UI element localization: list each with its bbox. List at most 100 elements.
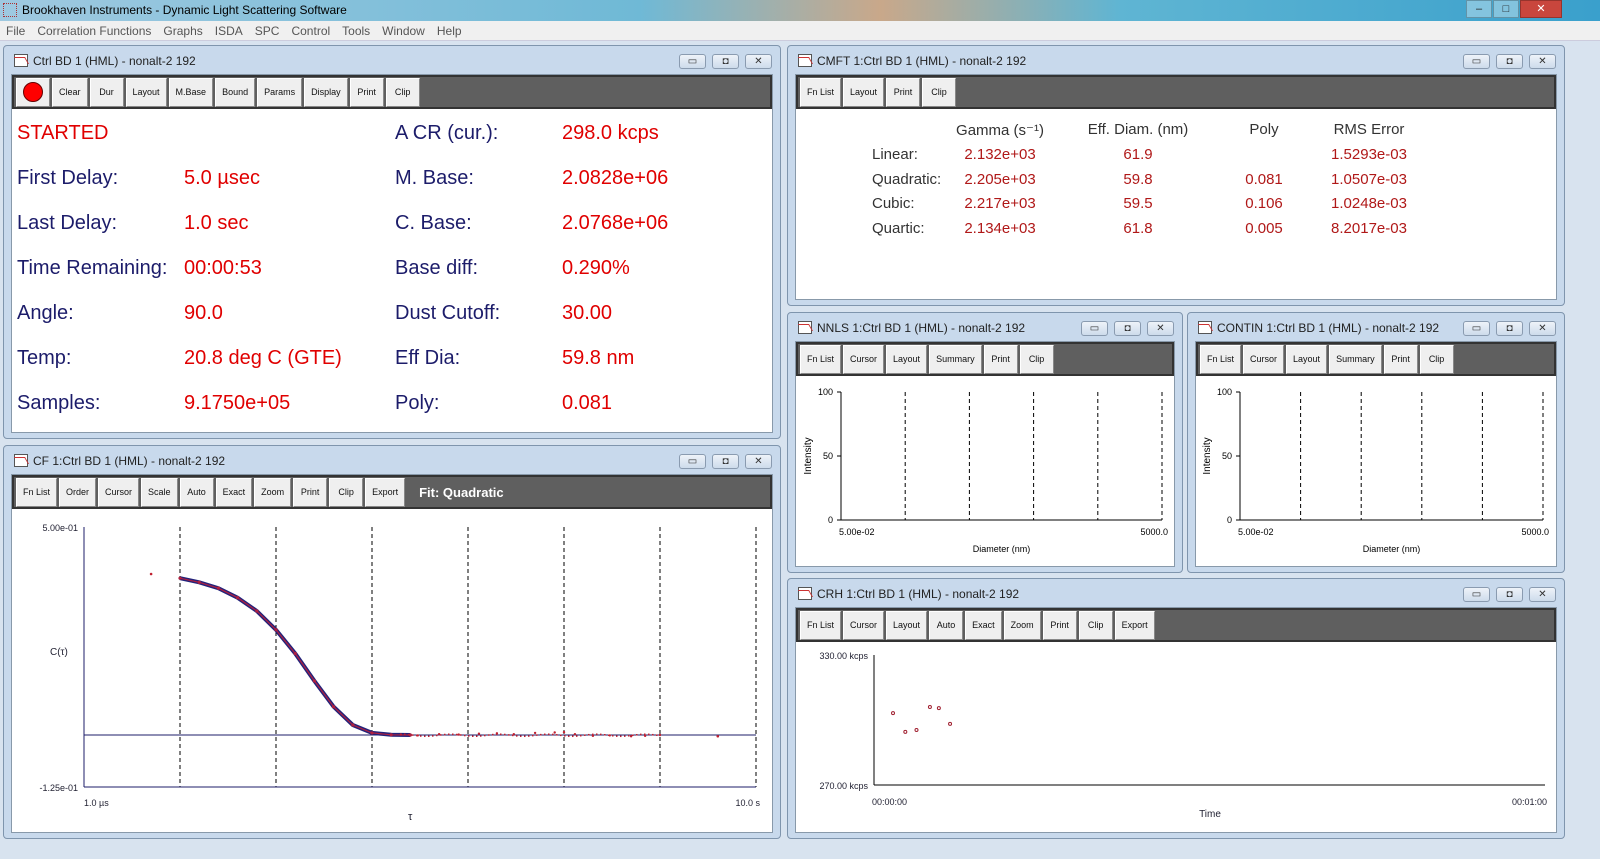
cf-data-point [389,733,393,737]
cf-data-point [331,705,336,709]
cf-data-point [255,609,259,613]
param-value: 0.290% [562,257,630,279]
cf-noise-point [644,733,646,735]
crh-ytick-label: 270.00 kcps [819,781,868,791]
cf-noise-point [408,733,410,736]
cf-noise-point [500,733,502,735]
status-text: STARTED [17,122,109,144]
cf-noise-point [456,733,458,736]
param-label: Dust Cutoff: [395,302,501,324]
cf-noise-point [572,735,574,738]
cmft-header: Gamma (s⁻¹) [956,122,1044,139]
cf-ytick-label: 5.00e-01 [42,523,78,533]
param-value: 20.8 deg C (GTE) [184,347,342,369]
param-label: Temp: [17,347,72,369]
cmft-row-label: Quadratic: [872,170,942,188]
cf-noise-point [468,735,470,737]
cf-noise-point [508,734,510,736]
cf-noise-point [656,734,658,736]
nnls-y-label: Intensity [803,437,814,474]
cmft-cell: 8.2017e-03 [1331,219,1407,237]
cf-data-curve [179,576,411,737]
cf-xtick-label: 10.0 s [735,798,760,808]
cf-noise-point [552,733,554,736]
cf-y-label: C(τ) [50,647,68,658]
cf-noise-point [564,735,566,737]
cf-noise-point [420,735,422,737]
cf-noise-point [576,735,578,737]
cf-noise-point [568,735,570,737]
nnls-ytick-label: 0 [828,515,833,525]
cf-noise-point [632,734,634,737]
param-label: Eff Dia: [395,347,461,369]
cf-xtick-label: 1.0 µs [84,798,109,808]
param-label: Angle: [17,302,74,324]
cf-noise-point [532,734,534,737]
param-value: 90.0 [184,302,223,324]
cf-noise-point [524,735,526,738]
cf-ytick-label: -1.25e-01 [39,783,78,793]
cf-noise-point [464,734,466,737]
contin-xtick-label: 5.00e-02 [1238,527,1274,537]
cf-noise-point [404,733,406,736]
cf-noise-point [596,733,598,735]
cmft-cell: 59.8 [1123,170,1153,188]
cf-noise-point [556,734,558,736]
param-label: C. Base: [395,212,472,234]
cmft-cell: 1.0507e-03 [1331,170,1407,188]
cf-noise-point [588,733,590,736]
cf-noise-point [472,735,474,738]
crh-xtick-label: 00:00:00 [872,797,907,807]
cf-noise-point [592,733,594,736]
crh-data-point [891,711,896,716]
cf-data-point [312,679,317,683]
cmft-cell: 2.217e+03 [964,195,1036,212]
cmft-cell: 0.005 [1245,219,1283,237]
cf-data-point [457,733,460,736]
nnls-ytick-label: 50 [823,451,833,461]
cf-data-point [370,731,374,735]
param-value: 2.0828e+06 [562,167,669,189]
param-value: 00:00:53 [184,257,262,279]
cf-data-point [533,731,537,735]
cmft-row-label: Linear: [872,146,918,163]
cf-noise-point [560,734,562,737]
cf-noise-point [536,734,538,736]
nnls-xtick-label: 5000.0 [1140,527,1168,537]
nnls-x-label: Diameter (nm) [973,544,1031,554]
cf-noise-point [544,733,546,736]
cf-noise-point [432,735,434,737]
cf-noise-point [580,734,582,737]
cf-noise-point [652,733,654,736]
cf-noise-point [636,734,638,736]
cf-outlier-point [149,572,153,576]
cf-noise-point [640,733,642,736]
cmft-cell: 61.8 [1123,219,1153,237]
param-label: M. Base: [395,167,474,189]
cf-noise-point [540,733,542,736]
cf-noise-point [608,734,610,737]
param-value: 298.0 kcps [562,122,659,144]
cmft-header: RMS Error [1333,121,1405,138]
cf-noise-point [436,734,438,737]
cf-noise-point [516,735,518,737]
cf-noise-point [448,733,450,735]
cf-noise-point [460,734,462,736]
cmft-header: Poly [1249,121,1279,138]
contin-ytick-label: 100 [1217,387,1232,397]
param-label: Time Remaining: [17,257,168,279]
param-value: 59.8 nm [562,347,635,369]
param-label: A CR (cur.): [395,122,499,144]
nnls-xtick-label: 5.00e-02 [839,527,875,537]
crh-xtick-label: 00:01:00 [1512,797,1547,807]
cf-data-point [274,628,278,632]
cmft-cell: 1.5293e-03 [1331,146,1407,163]
cf-noise-point [520,735,522,737]
cf-noise-point [504,733,506,736]
cmft-header: Eff. Diam. (nm) [1087,121,1189,138]
cf-noise-point [512,734,514,737]
cf-noise-point [584,734,586,736]
param-label: Samples: [17,392,101,414]
cf-data-point [178,576,182,580]
cmft-cell: 2.205e+03 [964,170,1036,188]
